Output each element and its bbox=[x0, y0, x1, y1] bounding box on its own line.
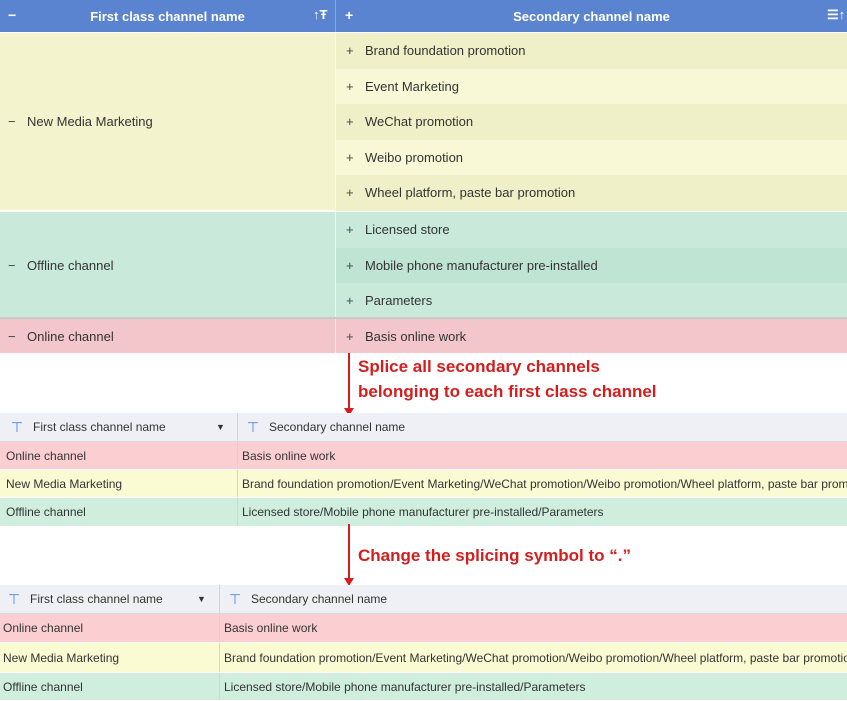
column-title: Secondary channel name bbox=[251, 592, 388, 606]
result-table-1: ⊤ First class channel name ▼ ⊤ Secondary… bbox=[0, 413, 847, 527]
group-name-cell: − Online channel bbox=[0, 319, 335, 353]
group-name-cell: − Offline channel bbox=[0, 212, 335, 318]
table-row[interactable]: Offline channel Licensed store/Mobile ph… bbox=[0, 673, 847, 701]
group-new-media-marketing: − New Media Marketing + Brand foundation … bbox=[0, 33, 847, 211]
list-item[interactable]: + Mobile phone manufacturer pre-installed bbox=[336, 247, 847, 283]
item-label: Wheel platform, paste bar promotion bbox=[365, 185, 576, 201]
first-class-cell[interactable]: New Media Marketing bbox=[6, 470, 122, 497]
expand-item-icon[interactable]: + bbox=[346, 258, 356, 273]
list-item[interactable]: + Basis online work bbox=[336, 319, 847, 353]
first-class-column-header[interactable]: ⊤ First class channel name bbox=[10, 413, 166, 441]
list-item[interactable]: + Event Marketing bbox=[336, 68, 847, 104]
group-name: New Media Marketing bbox=[27, 114, 153, 129]
arrow-line bbox=[348, 353, 350, 409]
list-item[interactable]: + Wheel platform, paste bar promotion bbox=[336, 175, 847, 211]
column-divider bbox=[237, 470, 238, 497]
first-class-cell[interactable]: Offline channel bbox=[3, 673, 83, 700]
group-online-channel: − Online channel + Basis online work bbox=[0, 319, 847, 353]
secondary-cell[interactable]: Basis online work bbox=[224, 614, 317, 642]
expand-item-icon[interactable]: + bbox=[346, 43, 356, 58]
group-items: + Brand foundation promotion + Event Marke… bbox=[336, 33, 847, 211]
item-label: Basis online work bbox=[365, 328, 467, 344]
group-items: + Basis online work bbox=[336, 319, 847, 353]
table-header: ⊤ First class channel name ▼ ⊤ Secondary… bbox=[0, 585, 847, 614]
column-title: First class channel name bbox=[30, 592, 163, 606]
first-class-header-cell[interactable]: − First class channel name ↑Ŧ bbox=[0, 0, 335, 32]
expand-item-icon[interactable]: + bbox=[346, 329, 356, 344]
arrow-line bbox=[348, 524, 350, 579]
table-row[interactable]: New Media Marketing Brand foundation pro… bbox=[0, 470, 847, 498]
list-item[interactable]: + Parameters bbox=[336, 283, 847, 319]
group-name: Offline channel bbox=[27, 257, 114, 273]
table-row[interactable]: Offline channel Licensed store/Mobile ph… bbox=[0, 498, 847, 527]
secondary-column-header[interactable]: ⊤ Secondary channel name bbox=[246, 413, 405, 441]
text-type-icon: ⊤ bbox=[246, 418, 260, 435]
sort-desc-icon[interactable]: ☰↑ bbox=[827, 7, 845, 23]
first-class-header-title: First class channel name bbox=[90, 8, 245, 24]
item-label: WeChat promotion bbox=[365, 114, 474, 130]
secondary-cell[interactable]: Licensed store/Mobile phone manufacturer… bbox=[224, 673, 586, 700]
secondary-cell[interactable]: Brand foundation promotion/Event Marketi… bbox=[224, 643, 847, 672]
group-items: + Licensed store + Mobile phone manufactur… bbox=[336, 212, 847, 319]
sort-icon[interactable]: ↑Ŧ bbox=[313, 7, 327, 22]
column-title: Secondary channel name bbox=[269, 420, 406, 434]
annotation-text: Change the splicing symbol to “.” bbox=[358, 546, 631, 565]
result-table-2: ⊤ First class channel name ▼ ⊤ Secondary… bbox=[0, 585, 847, 701]
item-label: Event Marketing bbox=[365, 78, 459, 94]
expand-item-icon[interactable]: + bbox=[346, 150, 356, 165]
column-divider bbox=[237, 442, 238, 469]
secondary-header-title: Secondary channel name bbox=[513, 8, 670, 24]
column-title: First class channel name bbox=[33, 420, 166, 434]
text-type-icon: ⊤ bbox=[7, 590, 21, 607]
group-name: Online channel bbox=[27, 328, 114, 344]
text-type-icon: ⊤ bbox=[228, 590, 242, 607]
secondary-column-header[interactable]: ⊤ Secondary channel name bbox=[228, 585, 387, 613]
secondary-header-cell[interactable]: + Secondary channel name ☰↑ bbox=[336, 0, 847, 32]
column-divider bbox=[237, 413, 238, 441]
list-item[interactable]: + Brand foundation promotion bbox=[336, 33, 847, 69]
expand-item-icon[interactable]: + bbox=[346, 293, 356, 308]
annotation-line-2: belonging to each first class channel bbox=[358, 382, 657, 401]
table-row[interactable]: Online channel Basis online work bbox=[0, 614, 847, 643]
column-dropdown-icon[interactable]: ▼ bbox=[216, 422, 225, 432]
collapse-group-icon[interactable]: − bbox=[8, 329, 18, 344]
column-divider bbox=[219, 585, 220, 613]
text-type-icon: ⊤ bbox=[10, 418, 24, 435]
column-divider bbox=[237, 498, 238, 526]
group-name-cell: − New Media Marketing bbox=[0, 33, 335, 210]
collapse-group-icon[interactable]: − bbox=[8, 258, 18, 273]
expand-item-icon[interactable]: + bbox=[346, 222, 356, 237]
first-class-column-header[interactable]: ⊤ First class channel name bbox=[7, 585, 163, 613]
annotation-line-1: Splice all secondary channels bbox=[358, 357, 600, 376]
column-divider bbox=[219, 614, 220, 642]
expand-item-icon[interactable]: + bbox=[346, 79, 356, 94]
item-label: Parameters bbox=[365, 293, 433, 309]
secondary-cell[interactable]: Brand foundation promotion/Event Marketi… bbox=[242, 470, 847, 497]
first-class-cell[interactable]: New Media Marketing bbox=[3, 643, 119, 672]
item-label: Weibo promotion bbox=[365, 149, 464, 165]
table-row[interactable]: Online channel Basis online work bbox=[0, 442, 847, 470]
first-class-cell[interactable]: Online channel bbox=[6, 442, 86, 469]
item-label: Licensed store bbox=[365, 222, 450, 238]
column-divider bbox=[219, 643, 220, 672]
secondary-cell[interactable]: Licensed store/Mobile phone manufacturer… bbox=[242, 498, 604, 526]
table-row[interactable]: New Media Marketing Brand foundation pro… bbox=[0, 643, 847, 673]
expand-item-icon[interactable]: + bbox=[346, 185, 356, 200]
list-item[interactable]: + WeChat promotion bbox=[336, 104, 847, 140]
group-offline-channel: − Offline channel + Licensed store + Mobil… bbox=[0, 212, 847, 319]
first-class-cell[interactable]: Online channel bbox=[3, 614, 83, 642]
expand-item-icon[interactable]: + bbox=[346, 114, 356, 129]
first-class-cell[interactable]: Offline channel bbox=[6, 498, 86, 526]
column-divider bbox=[219, 673, 220, 700]
list-item[interactable]: + Licensed store bbox=[336, 212, 847, 248]
secondary-cell[interactable]: Basis online work bbox=[242, 442, 335, 469]
column-dropdown-icon[interactable]: ▼ bbox=[197, 594, 206, 604]
grouped-table-header: − First class channel name ↑Ŧ + Secondar… bbox=[0, 0, 847, 32]
collapse-group-icon[interactable]: − bbox=[8, 114, 18, 129]
item-label: Brand foundation promotion bbox=[365, 43, 526, 59]
table-header: ⊤ First class channel name ▼ ⊤ Secondary… bbox=[0, 413, 847, 442]
item-label: Mobile phone manufacturer pre-installed bbox=[365, 257, 598, 273]
list-item[interactable]: + Weibo promotion bbox=[336, 139, 847, 175]
